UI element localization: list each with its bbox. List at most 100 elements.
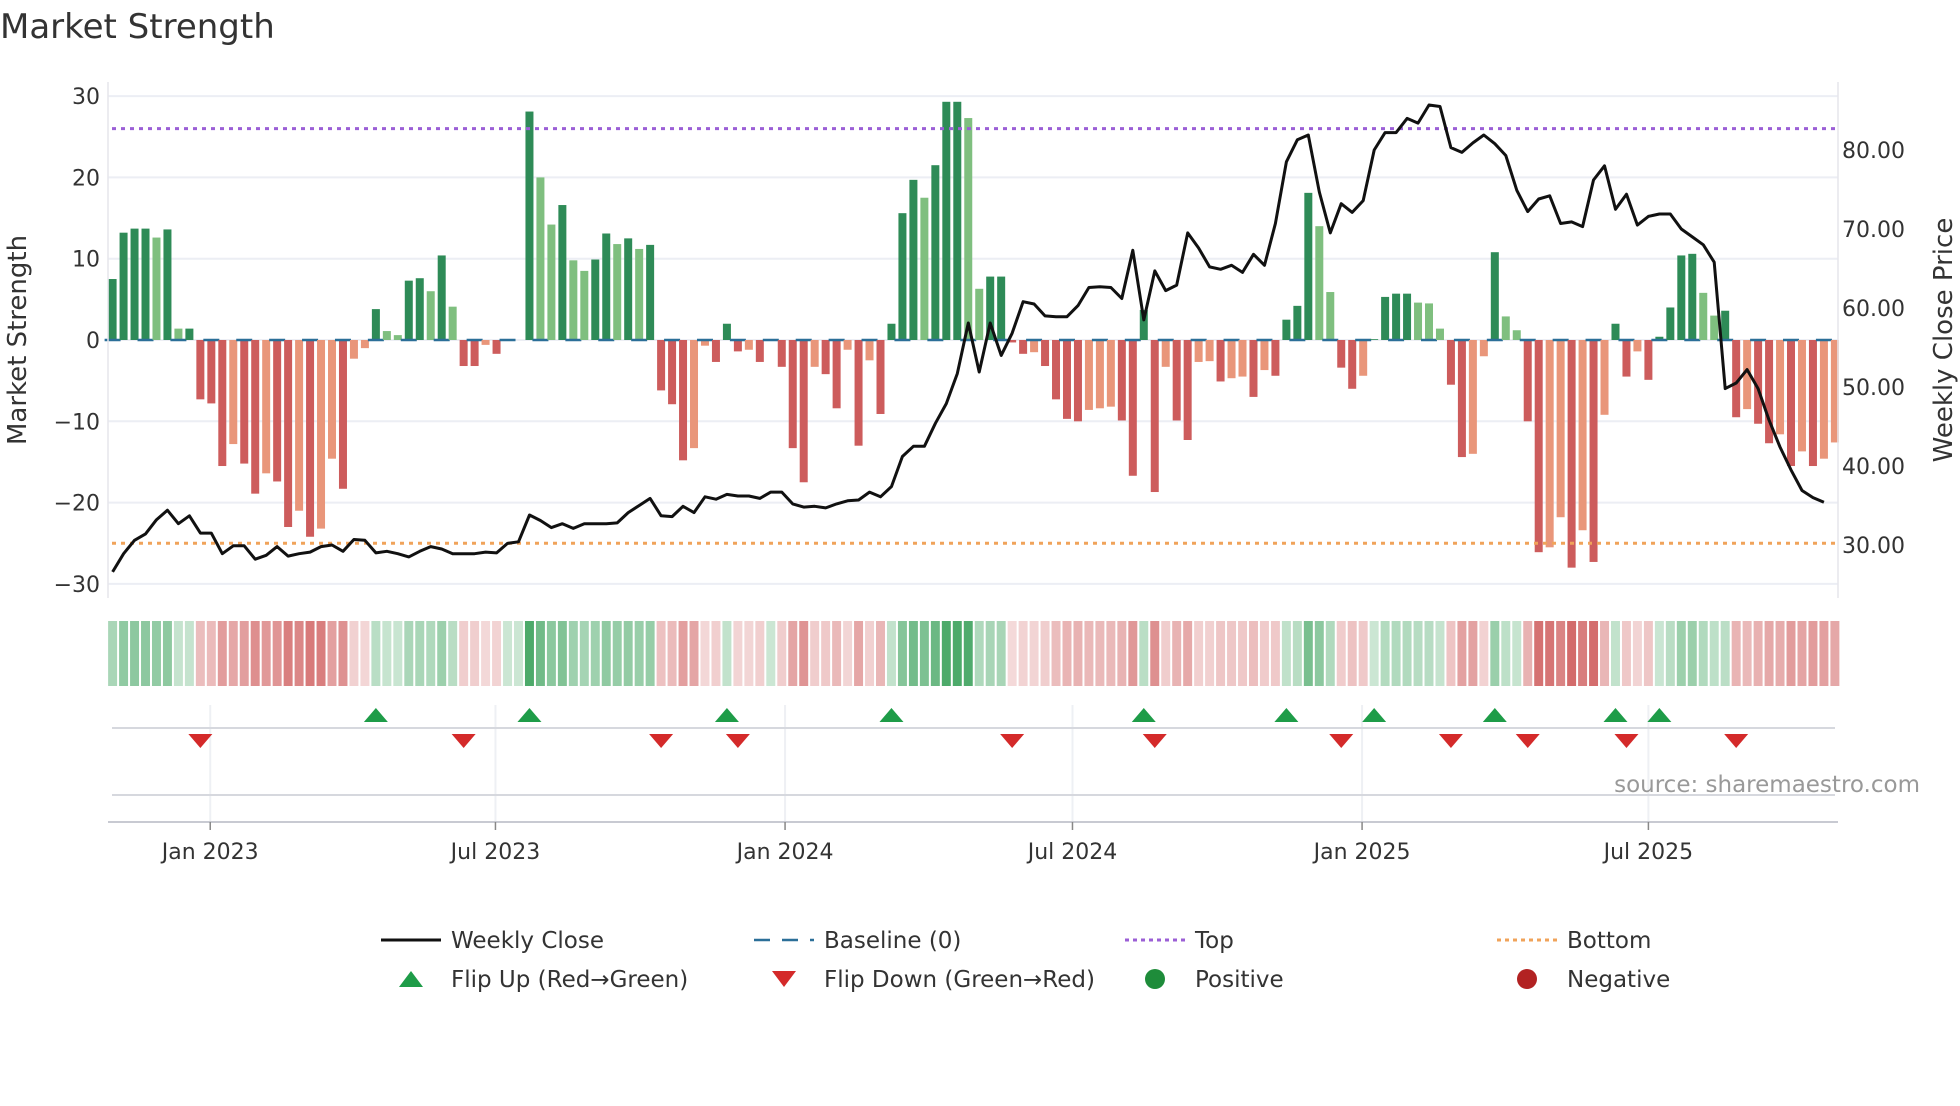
regime-strip-cell [1369,621,1379,686]
strength-bar [328,340,336,459]
strength-bar [1194,340,1203,362]
regime-strip-cell [305,621,315,686]
strength-bar [1468,340,1477,454]
regime-strip-cell [1654,621,1664,686]
source-label: source: sharemaestro.com [1614,772,1920,798]
regime-strip-cell [886,621,896,686]
flip-down-marker [451,734,476,748]
legend-item-neg: Negative [1517,967,1670,993]
strength-bar [1414,302,1423,340]
regime-strip-cell [1292,621,1302,686]
regime-strip-cell [239,621,249,686]
regime-strip-cell [1106,621,1116,686]
regime-strip-cell [634,621,644,686]
strength-bar [1304,192,1313,340]
regime-strip-cell [744,621,754,686]
regime-strip-cell [108,621,118,686]
strength-bar [602,233,611,340]
legend-item-down: Flip Down (Green→Red) [772,967,1095,993]
legend-item-up: Flip Up (Red→Green) [399,967,688,993]
regime-strip-cell [1567,621,1577,686]
regime-strip-cell [711,621,721,686]
y-tick-label: −20 [54,492,100,517]
chart-title: Market Strength [0,7,275,47]
flip-up-marker [1362,708,1387,722]
strength-bar [887,323,896,340]
y-tick-label: −30 [54,573,100,598]
regime-strip-cell [1040,621,1050,686]
flip-up-marker [363,708,388,722]
y-tick-label: 20 [72,166,100,191]
strength-bar [1479,340,1488,357]
flip-down-marker [1614,734,1639,748]
strength-bar [1238,340,1247,377]
strength-bar [1622,340,1631,377]
regime-strip-cell [514,621,523,686]
regime-strip-cell [876,621,885,686]
y-tick-label: 30 [72,85,100,110]
triangle-up-icon [399,971,423,987]
y2-tick-label: 30.00 [1842,534,1905,559]
regime-strip-cell [1600,621,1610,686]
strength-bar [141,228,150,340]
flip-up-marker [1274,708,1299,722]
regime-strip-cell [1830,621,1840,686]
regime-strip-cell [492,621,502,686]
strength-bar [1490,252,1499,340]
strength-bar [1062,340,1071,419]
regime-strip-cell [119,621,129,686]
regime-strip-cell [1435,621,1445,686]
strength-bar [1446,340,1455,385]
flip-down-marker [725,734,750,748]
strength-bar [1392,293,1401,340]
y2-axis-title: Weekly Close Price [1929,218,1959,463]
regime-strip-cell [1095,621,1105,686]
regime-strip-cell [1589,621,1599,686]
regime-strip-cell [832,621,842,686]
flip-down-marker [188,734,213,748]
regime-strip-cell [1687,621,1697,686]
strength-bar [207,340,216,404]
strength-bar [1808,340,1817,467]
regime-strip-cell [250,621,260,686]
regime-strip-cell [1227,621,1237,686]
strength-bar [1359,340,1368,376]
strength-bar [1666,307,1675,340]
regime-strip-cell [1764,621,1774,686]
strength-bar [404,280,413,340]
strength-bar [1721,310,1730,340]
strength-bar [1041,340,1050,367]
regime-strip-cell [590,621,600,686]
regime-strip-cell [503,621,513,686]
strength-bar [1556,340,1565,518]
regime-strip-cell [173,621,183,686]
legend-label: Flip Down (Green→Red) [824,967,1095,993]
strength-bar [580,270,589,340]
legend-label: Bottom [1567,928,1651,954]
regime-strip-cell [1238,621,1247,686]
strength-bar [371,309,380,340]
y-tick-label: 0 [86,329,100,354]
strength-bar [832,340,841,409]
strength-bar [810,340,819,367]
regime-strip-cell [1753,621,1763,686]
regime-strip-cell [1051,621,1061,686]
strength-bar [349,340,358,359]
regime-strip-cell [788,621,798,686]
regime-strip-cell [1808,621,1818,686]
regime-strip-cell [799,621,809,686]
strength-bar [185,328,194,340]
strength-bar [1710,315,1719,340]
regime-strip-cell [546,621,556,686]
flip-down-marker [1724,734,1749,748]
legend: Weekly Close Baseline (0) Top Bottom Flip Up… [381,928,1670,993]
regime-strip-cell [1248,621,1258,686]
strength-bar [1611,323,1620,340]
regime-strip-cell [1194,621,1204,686]
regime-strip-cell [1259,621,1269,686]
legend-item-dash: Baseline (0) [754,928,961,954]
regime-strip-cell [1512,621,1522,686]
strength-bar [1534,340,1543,553]
regime-strip-cell [1303,621,1313,686]
regime-strip-cell [1117,621,1127,686]
